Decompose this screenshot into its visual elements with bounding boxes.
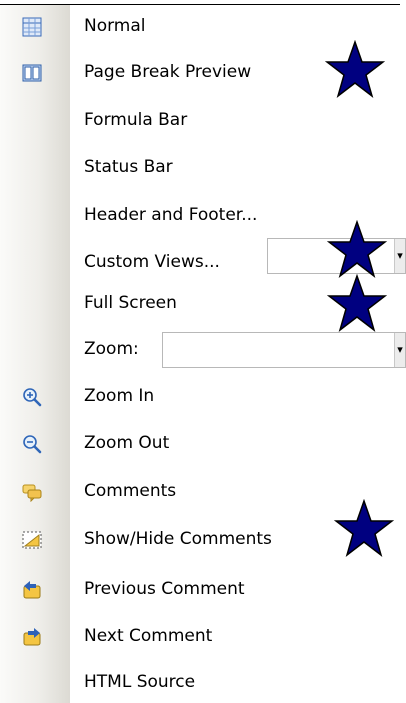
chevron-down-icon[interactable]: ▾ — [394, 333, 405, 367]
menu-item-html-source[interactable]: HTML Source — [0, 663, 406, 703]
menu-item-label: Header and Footer... — [84, 205, 258, 225]
zoom-dropdown[interactable]: ▾ — [162, 332, 406, 368]
show-hide-comments-icon — [22, 531, 42, 549]
menu-item-label: Next Comment — [84, 626, 213, 646]
menu-item-label: Comments — [84, 481, 177, 501]
next-comment-icon — [23, 628, 41, 646]
menu-item-label: Formula Bar — [84, 110, 188, 130]
menu-item-label: Normal — [84, 16, 146, 36]
menu-item-zoom-in[interactable]: Zoom In — [0, 377, 406, 417]
menu-item-label: Custom Views... — [84, 252, 220, 272]
zoom-in-icon — [23, 388, 42, 407]
chevron-down-icon[interactable]: ▾ — [394, 239, 405, 273]
menu-item-zoom-out[interactable]: Zoom Out — [0, 424, 406, 464]
menu-item-previous-comment[interactable]: Previous Comment — [0, 570, 406, 610]
menu-item-label: Zoom Out — [84, 433, 170, 453]
menu-item-label: Page Break Preview — [84, 62, 252, 82]
annotation-star — [327, 274, 387, 332]
annotation-star — [327, 220, 387, 278]
menu-item-label: Zoom In — [84, 386, 155, 406]
menu-item-label: Status Bar — [84, 157, 173, 177]
menu-item-label: Full Screen — [84, 293, 177, 313]
menu-item-label: HTML Source — [84, 672, 196, 692]
menu-item-next-comment[interactable]: Next Comment — [0, 617, 406, 657]
annotation-star — [334, 499, 394, 557]
normal-view-icon — [22, 17, 42, 37]
menu-item-label: Previous Comment — [84, 579, 245, 599]
previous-comment-icon — [23, 581, 41, 599]
menu-item-label: Zoom: — [84, 339, 139, 359]
zoom-out-icon — [23, 435, 42, 454]
menu-item-label: Show/Hide Comments — [84, 529, 272, 549]
comments-icon — [22, 484, 42, 502]
menu-item-formula-bar[interactable]: Formula Bar — [0, 101, 406, 141]
menu-item-status-bar[interactable]: Status Bar — [0, 148, 406, 188]
annotation-star — [325, 40, 385, 98]
page-break-preview-icon — [22, 64, 42, 82]
